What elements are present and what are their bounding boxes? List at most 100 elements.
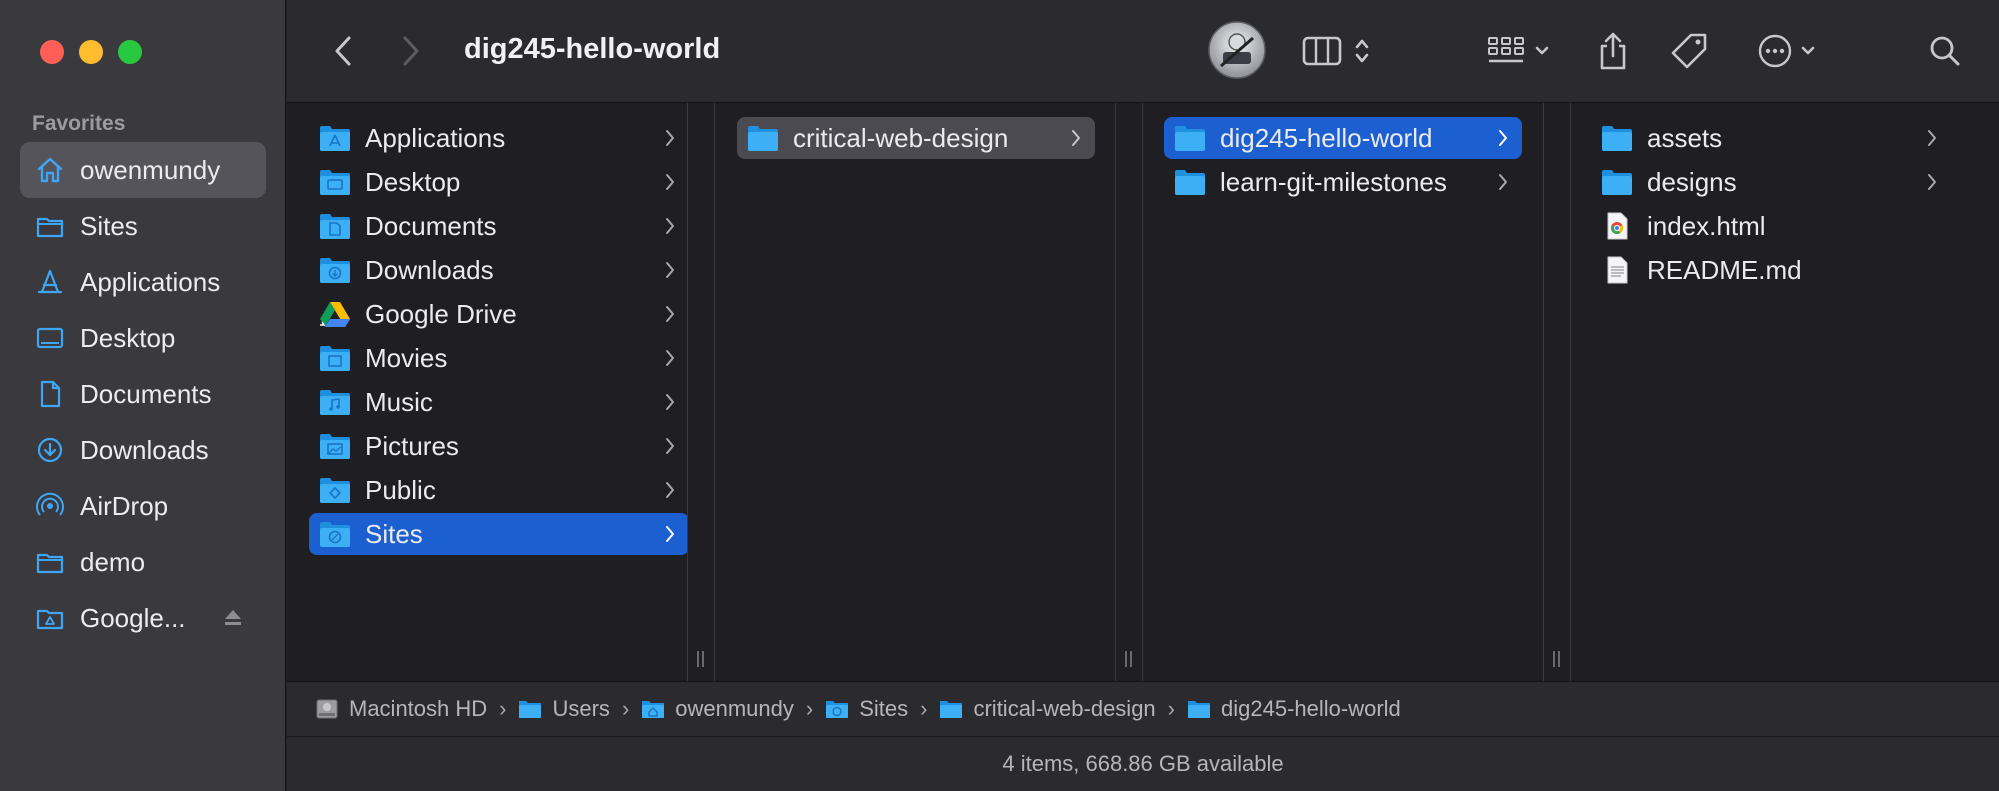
airdrop-icon: [34, 490, 66, 522]
breadcrumb-separator: ›: [920, 696, 928, 721]
list-item-index-html[interactable]: index.html: [1591, 205, 1951, 247]
list-item-applications[interactable]: Applications: [309, 117, 689, 159]
item-label: dig245-hello-world: [1220, 122, 1433, 153]
list-item-learn-git-milestones[interactable]: learn-git-milestones: [1164, 161, 1522, 203]
chevron-right-icon: [666, 174, 674, 190]
sidebar-item-airdrop[interactable]: AirDrop: [20, 478, 266, 534]
chevron-down-icon: [1535, 46, 1549, 55]
list-item-desktop[interactable]: Desktop: [309, 161, 689, 203]
list-item-critical-web-design[interactable]: critical-web-design: [737, 117, 1095, 159]
status-text: 4 items, 668.86 GB available: [1002, 751, 1284, 776]
item-label: critical-web-design: [793, 122, 1009, 153]
column-resize-handle[interactable]: [1115, 103, 1143, 681]
columns-view-icon: [1302, 36, 1342, 66]
breadcrumb-critical-web-design[interactable]: critical-web-design: [939, 696, 1156, 722]
chevron-right-icon: [666, 350, 674, 366]
sidebar-item-desktop[interactable]: Desktop: [20, 310, 266, 366]
chevron-right-icon: [1928, 174, 1936, 190]
folder-icon: [320, 258, 350, 283]
sidebar-heading-favorites: Favorites: [32, 112, 126, 135]
item-label: assets: [1647, 122, 1723, 153]
breadcrumb-sites[interactable]: Sites: [825, 696, 908, 722]
sidebar-item-label: AirDrop: [80, 490, 169, 521]
ellipsis-circle-icon: [1758, 34, 1792, 68]
list-item-pictures[interactable]: Pictures: [309, 425, 689, 467]
item-label: Music: [365, 386, 433, 417]
list-item-downloads[interactable]: Downloads: [309, 249, 689, 291]
folder-icon: [320, 390, 350, 415]
tag-icon: [1671, 33, 1707, 69]
home-icon: [34, 154, 66, 186]
more-actions-button[interactable]: [1757, 26, 1817, 76]
item-label: README.md: [1647, 254, 1802, 285]
app-icon[interactable]: [1207, 20, 1267, 80]
sidebar-item-label: Documents: [80, 378, 212, 409]
applications-icon: [34, 266, 66, 298]
sidebar-item-demo[interactable]: demo: [20, 534, 266, 590]
close-window-button[interactable]: [40, 40, 64, 64]
resize-grip-icon: [1553, 651, 1561, 667]
search-icon: [1930, 36, 1960, 66]
breadcrumb-dig245-hello-world[interactable]: dig245-hello-world: [1187, 696, 1401, 722]
breadcrumb-label: owenmundy: [675, 696, 794, 721]
breadcrumb-separator: ›: [1167, 696, 1175, 721]
hard-drive-icon: [316, 699, 338, 719]
view-columns-button[interactable]: [1302, 26, 1372, 76]
folder-icon: [1602, 126, 1632, 151]
forward-button[interactable]: [399, 32, 423, 70]
sidebar-item-sites[interactable]: Sites: [20, 198, 266, 254]
zoom-window-button[interactable]: [118, 40, 142, 64]
google-drive-folder-icon: [34, 602, 66, 634]
item-label: designs: [1647, 166, 1737, 197]
item-label: Public: [365, 474, 436, 505]
text-file-icon: [1607, 256, 1628, 284]
folder-icon: [826, 701, 849, 718]
sidebar-item-label: Sites: [80, 210, 138, 241]
breadcrumb-label: Sites: [859, 696, 909, 721]
column-resize-handle[interactable]: [687, 103, 715, 681]
list-item-music[interactable]: Music: [309, 381, 689, 423]
eject-icon[interactable]: [222, 606, 244, 628]
breadcrumb-label: Macintosh HD: [349, 696, 488, 721]
breadcrumb-macintosh-hd[interactable]: Macintosh HD: [315, 696, 487, 722]
back-button[interactable]: [331, 32, 355, 70]
list-item-designs[interactable]: designs: [1591, 161, 1951, 203]
sidebar-item-label: demo: [80, 546, 146, 577]
sidebar-item-google-drive[interactable]: Google...: [20, 590, 266, 646]
sidebar: Favorites owenmundy Sites Applications D…: [0, 0, 286, 791]
folder-icon: [519, 701, 542, 718]
chevron-right-icon: [666, 482, 674, 498]
breadcrumb-owenmundy[interactable]: owenmundy: [641, 696, 794, 722]
resize-grip-icon: [697, 651, 705, 667]
sidebar-item-applications[interactable]: Applications: [20, 254, 266, 310]
chevron-down-icon: [1801, 46, 1815, 55]
document-icon: [34, 378, 66, 410]
list-item-readme-md[interactable]: README.md: [1591, 249, 1951, 291]
breadcrumb-separator: ›: [499, 696, 507, 721]
list-item-google-drive[interactable]: Google Drive: [309, 293, 689, 335]
path-bar: Macintosh HD › Users › owenmundy › Sites…: [287, 681, 1999, 736]
breadcrumb-users[interactable]: Users: [518, 696, 610, 722]
column-1: Applications Desktop Documents Downloads: [287, 103, 689, 681]
list-item-dig245-hello-world[interactable]: dig245-hello-world: [1164, 117, 1522, 159]
item-label: index.html: [1647, 210, 1766, 241]
folder-icon: [748, 126, 778, 151]
list-item-sites[interactable]: Sites: [309, 513, 689, 555]
list-item-public[interactable]: Public: [309, 469, 689, 511]
share-button[interactable]: [1597, 26, 1629, 76]
resize-grip-icon: [1125, 651, 1133, 667]
list-item-documents[interactable]: Documents: [309, 205, 689, 247]
item-label: Google Drive: [365, 298, 517, 329]
column-resize-handle[interactable]: [1543, 103, 1571, 681]
sidebar-item-downloads[interactable]: Downloads: [20, 422, 266, 478]
minimize-window-button[interactable]: [79, 40, 103, 64]
list-item-movies[interactable]: Movies: [309, 337, 689, 379]
sidebar-item-documents[interactable]: Documents: [20, 366, 266, 422]
folder-icon: [1175, 126, 1205, 151]
list-item-assets[interactable]: assets: [1591, 117, 1951, 159]
search-button[interactable]: [1927, 26, 1963, 76]
folder-icon: [1175, 170, 1205, 195]
group-button[interactable]: [1487, 26, 1551, 76]
sidebar-item-owenmundy[interactable]: owenmundy: [20, 142, 266, 198]
tags-button[interactable]: [1669, 26, 1709, 76]
